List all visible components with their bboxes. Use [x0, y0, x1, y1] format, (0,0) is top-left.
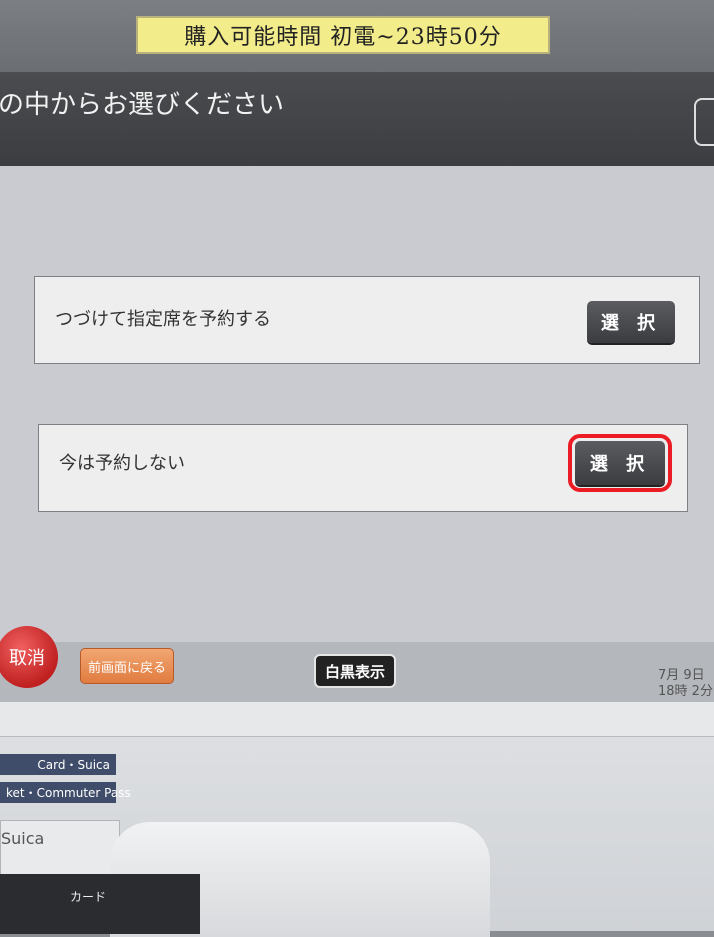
touch-screen: の中からお選びください つづけて指定席を予約する 選 択 今は予約しない 選 択…: [0, 72, 714, 702]
monochrome-display-button[interactable]: 白黒表示: [314, 654, 396, 688]
option-label: つづけて指定席を予約する: [55, 309, 271, 330]
card-suica-tag: Card・Suica: [0, 754, 116, 775]
screen-header: の中からお選びください: [0, 72, 714, 166]
option-no-reserve: 今は予約しない 選 択: [38, 424, 688, 512]
cancel-button[interactable]: 取消: [0, 626, 58, 688]
purchase-hours-sign: 購入可能時間 初電~23時50分: [136, 16, 550, 54]
back-button[interactable]: 前画面に戻る: [80, 648, 174, 684]
suica-reader[interactable]: Suica: [0, 820, 120, 876]
machine-top-bezel: 購入可能時間 初電~23時50分: [0, 0, 714, 72]
suica-reader-label: Suica: [1, 829, 45, 848]
page-title: の中からお選びください: [0, 90, 285, 120]
commuter-pass-tag: ket・Commuter Pass: [0, 782, 131, 803]
select-button-continue-reserve[interactable]: 選 択: [587, 301, 675, 343]
option-label: 今は予約しない: [59, 453, 185, 474]
machine-body: Card・Suica ket・Commuter Pass Suica カード: [0, 702, 714, 937]
card-label: カード: [70, 890, 107, 904]
date: 7月 9日: [658, 668, 705, 683]
select-button-no-reserve[interactable]: 選 択: [568, 434, 672, 492]
time: 18時 2分: [658, 684, 713, 699]
machine-ledge: [0, 702, 714, 737]
date-time: 7月 9日 18時 2分: [658, 668, 713, 700]
header-corner-button[interactable]: [694, 98, 714, 146]
screen-bottom-bar: 取消 前画面に戻る 白黒表示 7月 9日 18時 2分: [0, 626, 714, 702]
option-continue-reserve: つづけて指定席を予約する 選 択: [34, 276, 700, 364]
